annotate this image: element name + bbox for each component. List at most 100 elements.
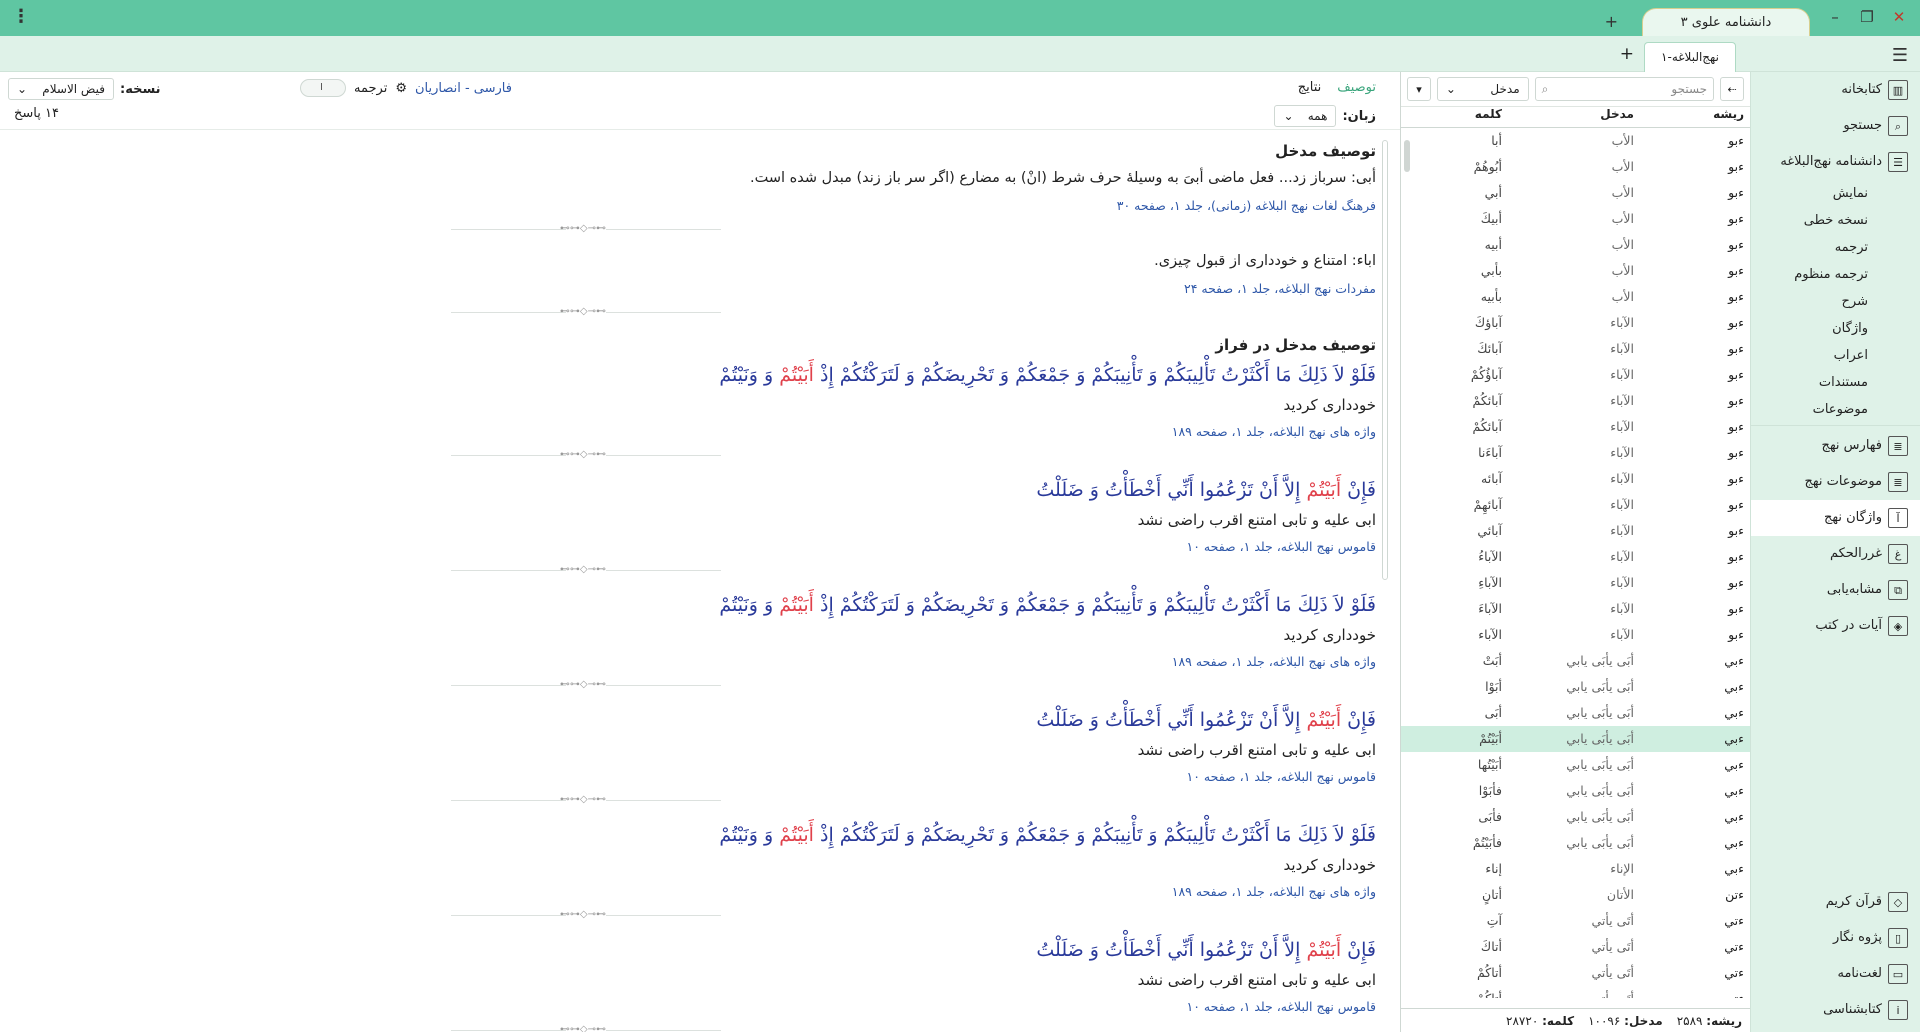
list-row[interactable]: ءبو الأب أبيه (1401, 232, 1750, 258)
sidebar-subitem-6[interactable]: اعراب (1751, 342, 1920, 369)
sidebar-subitem-1[interactable]: نسخه خطی (1751, 207, 1920, 234)
list-row[interactable]: ءبو الآباء آبائكُمْ (1401, 388, 1750, 414)
header-word[interactable]: کلمه (1418, 107, 1508, 127)
list-row[interactable]: ءبو الآباء الآباءُ (1401, 544, 1750, 570)
list-row[interactable]: ءبو الآباء آبائهِمْ (1401, 492, 1750, 518)
list-row[interactable]: ءتي أتَى يأتي أتاكَ (1401, 934, 1750, 960)
sidebar-item-main-2[interactable]: ☰ دانشنامه نهج‌البلاغه (1751, 144, 1920, 180)
cell-word: أتاكَ (1480, 939, 1502, 954)
version-select[interactable]: فیض الاسلام ⌄ (8, 78, 114, 100)
list-scrollbar[interactable] (1403, 130, 1411, 1000)
sidebar-item-nahj-5[interactable]: ◈ آیات در کتب (1751, 608, 1920, 644)
sidebar-subitem-0[interactable]: نمایش (1751, 180, 1920, 207)
list-row[interactable]: ءبي أبَى يأبَى يابي أبَتْ (1401, 648, 1750, 674)
source-link[interactable]: قاموس نهج البلاغه، جلد ۱، صفحه ۱۰ (16, 769, 1376, 784)
tab-results[interactable]: نتایج (1298, 80, 1322, 95)
list-row[interactable]: ءبي أبَى يأبَى يابي فأبَى (1401, 804, 1750, 830)
list-row[interactable]: ءبو الآباء آباؤُكُمْ (1401, 362, 1750, 388)
list-row[interactable]: ءبي أبَى يأبَى يابي فأبَوْا (1401, 778, 1750, 804)
search-input[interactable]: جستجو ⌕ (1534, 77, 1715, 101)
new-app-tab-button[interactable]: + (1605, 12, 1618, 31)
list-row[interactable]: ءبو الأب أبُوهُمْ (1401, 154, 1750, 180)
document-tab-bar: ☰ نهج‌البلاغه-۱ + (0, 36, 1920, 72)
sidebar-item-nahj-0[interactable]: ≣ فهارس نهج (1751, 428, 1920, 464)
restore-icon[interactable]: ❐ (1858, 8, 1876, 26)
sidebar-subitem-5[interactable]: واژگان (1751, 315, 1920, 342)
cell-root: ءبو (1728, 419, 1744, 434)
source-link[interactable]: مفردات نهج البلاغه، جلد ۱، صفحه ۲۴ (16, 281, 1376, 296)
sidebar-item-bottom-1[interactable]: ▯ پژوه نگار (1750, 920, 1920, 956)
cell-entry: الأب (1611, 237, 1634, 252)
list-row[interactable]: ءبو الأب أبيكَ (1401, 206, 1750, 232)
list-row[interactable]: ءتن الأتان أتانٍ (1401, 882, 1750, 908)
source-link[interactable]: قاموس نهج البلاغه، جلد ۱، صفحه ۱۰ (16, 539, 1376, 554)
list-row[interactable]: ءبو الأب أبا (1401, 128, 1750, 154)
sidebar-item-main-0[interactable]: ▥ کتابخانه (1751, 72, 1920, 108)
source-link[interactable]: واژه های نهج البلاغه، جلد ۱، صفحه ۱۸۹ (16, 884, 1376, 899)
list-row[interactable]: ءبو الآباء الآباءِ (1401, 570, 1750, 596)
sidebar-subitem-7[interactable]: مستندات (1751, 369, 1920, 396)
sidebar-subitem-4[interactable]: شرح (1751, 288, 1920, 315)
new-document-tab-button[interactable]: + (1620, 44, 1634, 64)
list-row[interactable]: ءبو الأب أبي (1401, 180, 1750, 206)
content-scrollbar-thumb[interactable] (1382, 140, 1388, 580)
sidebar-item-main-1[interactable]: ⌕ جستجو (1751, 108, 1920, 144)
list-row[interactable]: ءبو الآباء الآباء (1401, 622, 1750, 648)
language-filter-select[interactable]: همه ⌄ (1274, 105, 1337, 127)
list-row[interactable]: ءبو الآباء آبائي (1401, 518, 1750, 544)
hamburger-menu-icon[interactable]: ☰ (1892, 45, 1908, 66)
description-text: أبی: سرباز زد... فعل ماضی أبیَ به وسیلۀ … (750, 170, 1376, 186)
source-link[interactable]: قاموس نهج البلاغه، جلد ۱، صفحه ۱۰ (16, 999, 1376, 1014)
list-row[interactable]: ءبي أبَى يأبَى يابي أبَيْتُها (1401, 752, 1750, 778)
entry-type-select[interactable]: مدخل ⌄ (1436, 77, 1529, 101)
list-row[interactable]: ءبو الآباء آباءَنا (1401, 440, 1750, 466)
list-row[interactable]: ءتي أتَى يأتي آتِ (1401, 908, 1750, 934)
list-row[interactable]: ءبي أبَى يأبَى يابي أبَوْا (1401, 674, 1750, 700)
content-scrollbar[interactable] (1380, 132, 1390, 1022)
minimize-icon[interactable]: – (1826, 8, 1844, 26)
filter-dropdown-button[interactable]: ▾ (1407, 77, 1431, 101)
source-link[interactable]: واژه های نهج البلاغه، جلد ۱، صفحه ۱۸۹ (16, 424, 1376, 439)
sidebar-subitem-8[interactable]: موضوعات (1751, 396, 1920, 423)
sidebar-subitem-2[interactable]: ترجمه (1751, 234, 1920, 261)
list-row[interactable]: ءبو الأب بأبي (1401, 258, 1750, 284)
list-row[interactable]: ءبو الأب بأبيه (1401, 284, 1750, 310)
back-arrow-button[interactable]: ⇠ (1720, 77, 1744, 101)
app-tab[interactable]: دانشنامه علوی ۳ (1642, 8, 1810, 36)
search-icon: ⌕ (1888, 116, 1908, 136)
sidebar-item-nahj-2[interactable]: آ واژگان نهج (1751, 500, 1920, 536)
sidebar-subitem-3[interactable]: ترجمه منظوم (1751, 261, 1920, 288)
list-row[interactable]: ءبو الآباء آبائكَ (1401, 336, 1750, 362)
close-icon[interactable]: ✕ (1890, 8, 1908, 26)
kebab-menu-icon[interactable]: ⋮ (12, 6, 30, 27)
list-row[interactable]: ءبو الآباء الآباءَ (1401, 596, 1750, 622)
gear-icon[interactable]: ⚙ (395, 81, 407, 96)
list-row[interactable]: ءبي أبَى يأبَى يابي أبَيْتُمْ (1401, 726, 1750, 752)
sidebar-item-bottom-3[interactable]: i کتابشناسی (1750, 992, 1920, 1028)
cell-word: آتِ (1486, 913, 1502, 928)
list-row[interactable]: ءتيأتَى يأتيأتاكُمْ (1401, 986, 1750, 998)
source-link[interactable]: فرهنگ لغات نهج البلاغه (زمانی)، جلد ۱، ص… (16, 198, 1376, 213)
sidebar-item-nahj-3[interactable]: غ غررالحکم (1751, 536, 1920, 572)
translation-toggle[interactable]: I (300, 79, 346, 97)
tab-description[interactable]: توصیف (1337, 80, 1376, 95)
list-row[interactable]: ءتيأتَى يأتيأتاكُمْ (1401, 960, 1750, 986)
list-row[interactable]: ءبي أبَى يأبَى يابي أبَى (1401, 700, 1750, 726)
header-root[interactable]: ریشه (1640, 107, 1750, 127)
header-entry[interactable]: مدخل (1508, 107, 1640, 127)
translation-language-link[interactable]: فارسی - انصاریان (415, 81, 512, 96)
sidebar-item-nahj-4[interactable]: ⧉ مشابه‌یابی (1751, 572, 1920, 608)
list-scrollbar-thumb[interactable] (1404, 140, 1410, 172)
list-row[interactable]: ءبو الآباء آبائكُمْ (1401, 414, 1750, 440)
sidebar-item-bottom-0[interactable]: ◇ قرآن کریم (1750, 884, 1920, 920)
sidebar-item-nahj-1[interactable]: ≣ موضوعات نهج (1751, 464, 1920, 500)
list-row[interactable]: ءبو الآباء آباؤكَ (1401, 310, 1750, 336)
sidebar-item-bottom-2[interactable]: ▭ لغت‌نامه (1750, 956, 1920, 992)
list-row[interactable]: ءبو الآباء آبائه (1401, 466, 1750, 492)
document-tab[interactable]: نهج‌البلاغه-۱ (1644, 42, 1736, 72)
cell-word: آباؤُكُمْ (1470, 367, 1502, 382)
source-link[interactable]: واژه های نهج البلاغه، جلد ۱، صفحه ۱۸۹ (16, 654, 1376, 669)
list-row[interactable]: ءبي أبَى يأبَى يابي فأبَيْتُمْ (1401, 830, 1750, 856)
notes-icon: ▯ (1888, 928, 1908, 948)
list-row[interactable]: ءبي الإناء إناء (1401, 856, 1750, 882)
